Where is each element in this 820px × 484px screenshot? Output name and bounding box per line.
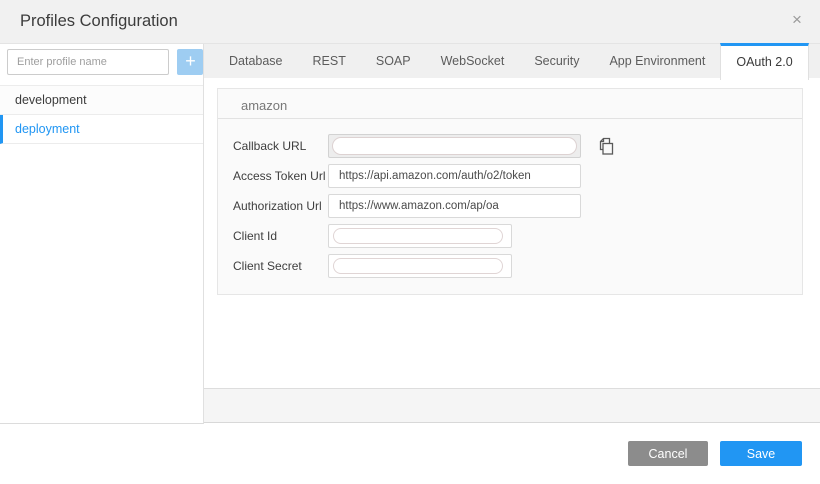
access-token-url-input[interactable] bbox=[328, 164, 581, 188]
profile-item-deployment[interactable]: deployment bbox=[0, 115, 203, 144]
tab-websocket[interactable]: WebSocket bbox=[426, 44, 520, 78]
dialog-title: Profiles Configuration bbox=[20, 12, 178, 31]
callback-url-field[interactable] bbox=[328, 134, 581, 158]
add-profile-button[interactable]: + bbox=[177, 49, 203, 75]
client-secret-label: Client Secret bbox=[233, 259, 328, 273]
redacted-value bbox=[332, 137, 577, 155]
oauth-fields: Callback URL Access Token Url bbox=[218, 119, 802, 278]
field-row-client-secret: Client Secret bbox=[233, 254, 802, 278]
tab-app-environment[interactable]: App Environment bbox=[594, 44, 720, 78]
authorization-url-label: Authorization Url bbox=[233, 199, 328, 213]
profile-item-development[interactable]: development bbox=[0, 86, 203, 115]
field-row-access-token-url: Access Token Url bbox=[233, 164, 802, 188]
tab-database[interactable]: Database bbox=[214, 44, 298, 78]
copy-icon[interactable] bbox=[597, 137, 614, 156]
dialog-header: Profiles Configuration × bbox=[0, 0, 820, 44]
panel-heading: amazon bbox=[218, 89, 802, 119]
client-id-field[interactable] bbox=[328, 224, 512, 248]
tab-soap[interactable]: SOAP bbox=[361, 44, 426, 78]
profile-create-row: + bbox=[0, 44, 203, 80]
authorization-url-input[interactable] bbox=[328, 194, 581, 218]
tab-security[interactable]: Security bbox=[519, 44, 594, 78]
client-secret-field[interactable] bbox=[328, 254, 512, 278]
tab-rest[interactable]: REST bbox=[298, 44, 361, 78]
cancel-button[interactable]: Cancel bbox=[628, 441, 708, 466]
tab-oauth2[interactable]: OAuth 2.0 bbox=[720, 43, 808, 80]
field-row-callback-url: Callback URL bbox=[233, 134, 802, 158]
redacted-value bbox=[333, 258, 503, 274]
tab-bar: Database REST SOAP WebSocket Security Ap… bbox=[204, 44, 820, 78]
callback-url-label: Callback URL bbox=[233, 139, 328, 153]
save-button[interactable]: Save bbox=[720, 441, 802, 466]
profiles-sidebar: + development deployment bbox=[0, 44, 204, 424]
profile-name-input[interactable] bbox=[7, 49, 169, 75]
access-token-url-label: Access Token Url bbox=[233, 169, 328, 183]
content-footer-strip bbox=[204, 388, 820, 423]
close-icon[interactable]: × bbox=[787, 10, 807, 30]
profile-detail-area: Database REST SOAP WebSocket Security Ap… bbox=[204, 44, 820, 424]
client-id-label: Client Id bbox=[233, 229, 328, 243]
plus-icon: + bbox=[185, 51, 196, 71]
field-row-authorization-url: Authorization Url bbox=[233, 194, 802, 218]
amazon-oauth-panel: amazon Callback URL Ac bbox=[217, 88, 803, 295]
profile-list: development deployment bbox=[0, 85, 203, 144]
field-row-client-id: Client Id bbox=[233, 224, 802, 248]
redacted-value bbox=[333, 228, 503, 244]
